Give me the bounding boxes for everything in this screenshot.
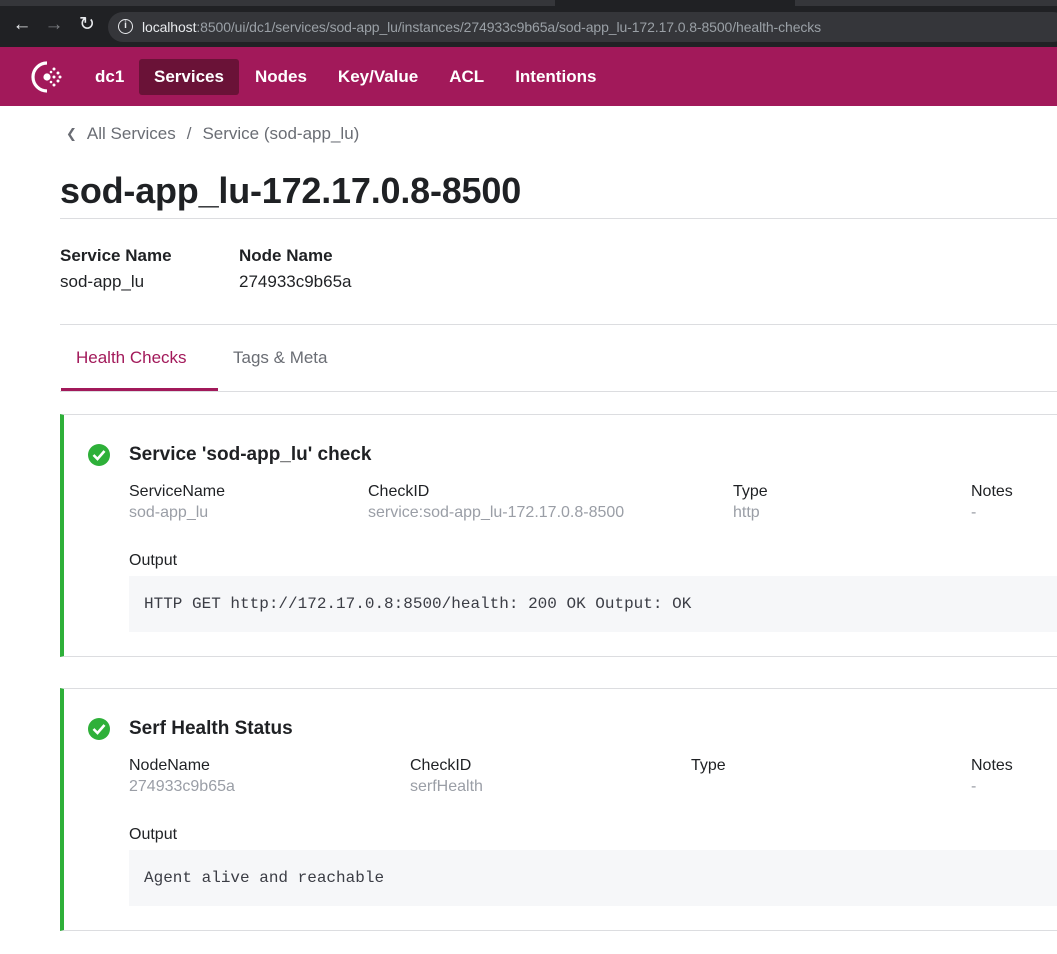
url-text[interactable]: localhost:8500/ui/dc1/services/sod-app_l…: [142, 19, 821, 35]
divider: [60, 218, 1057, 219]
info-icon[interactable]: i: [118, 19, 133, 34]
node-name-label: Node Name: [239, 246, 333, 265]
check-field: Notes -: [971, 757, 1013, 796]
node-name-value: 274933c9b65a: [239, 272, 352, 291]
field-value: sod-app_lu: [129, 504, 209, 521]
page-title: sod-app_lu-172.17.0.8-8500: [60, 170, 522, 211]
consul-logo-icon[interactable]: [30, 60, 66, 94]
health-check-card: Serf Health Status NodeName 274933c9b65a…: [60, 688, 1057, 931]
check-field: NodeName 274933c9b65a: [129, 757, 235, 796]
arrow-left-icon[interactable]: ←: [11, 14, 33, 36]
datacenter-selector[interactable]: dc1: [95, 67, 124, 87]
tab-health-checks[interactable]: Health Checks: [76, 348, 187, 368]
check-circle-icon: [88, 718, 110, 740]
nav-services[interactable]: Services: [139, 59, 239, 95]
nav-key-value[interactable]: Key/Value: [323, 59, 433, 95]
url-host: localhost: [142, 19, 197, 35]
field-label: CheckID: [368, 483, 430, 500]
check-circle-icon: [88, 444, 110, 466]
field-label: NodeName: [129, 757, 210, 774]
node-name-block: Node Name 274933c9b65a: [239, 246, 352, 292]
field-value: http: [733, 504, 760, 521]
tab-tags-meta[interactable]: Tags & Meta: [233, 348, 328, 368]
breadcrumb-service[interactable]: Service (sod-app_lu): [202, 124, 359, 144]
check-field: ServiceName sod-app_lu: [129, 483, 225, 522]
field-value: -: [971, 504, 977, 521]
check-field: Type http: [733, 483, 768, 522]
output-text: HTTP GET http://172.17.0.8:8500/health: …: [144, 595, 692, 613]
check-field: Type: [691, 757, 726, 778]
output-box: HTTP GET http://172.17.0.8:8500/health: …: [129, 576, 1057, 632]
breadcrumb: ❮ All Services / Service (sod-app_lu): [66, 124, 359, 144]
nav-nodes[interactable]: Nodes: [240, 59, 322, 95]
health-check-card: Service 'sod-app_lu' check ServiceName s…: [60, 414, 1057, 657]
check-title: Service 'sod-app_lu' check: [129, 444, 372, 465]
field-value: 274933c9b65a: [129, 778, 235, 795]
field-value: service:sod-app_lu-172.17.0.8-8500: [368, 504, 625, 521]
chevron-left-icon: ❮: [66, 126, 77, 141]
field-label: Type: [691, 757, 726, 774]
output-label: Output: [129, 826, 178, 843]
output-text: Agent alive and reachable: [144, 869, 385, 887]
browser-active-tab[interactable]: [555, 0, 795, 6]
breadcrumb-separator: /: [186, 124, 192, 143]
address-bar[interactable]: i localhost:8500/ui/dc1/services/sod-app…: [108, 12, 1057, 42]
arrow-right-icon[interactable]: →: [43, 14, 65, 36]
service-name-value: sod-app_lu: [60, 272, 145, 291]
nav-acl[interactable]: ACL: [434, 59, 499, 95]
field-label: Notes: [971, 483, 1013, 500]
field-label: ServiceName: [129, 483, 226, 500]
check-field: CheckID serfHealth: [410, 757, 483, 796]
output-label: Output: [129, 552, 178, 569]
field-label: Notes: [971, 757, 1013, 774]
main-nav: Services Nodes Key/Value ACL Intentions: [139, 59, 612, 95]
browser-tabstrip: [0, 0, 1057, 6]
field-label: Type: [733, 483, 768, 500]
field-value: -: [971, 778, 977, 795]
field-label: CheckID: [410, 757, 472, 774]
check-field: Notes -: [971, 483, 1013, 522]
check-field: CheckID service:sod-app_lu-172.17.0.8-85…: [368, 483, 624, 522]
url-path: :8500/ui/dc1/services/sod-app_lu/instanc…: [196, 19, 822, 35]
browser-toolbar: ← → ↻ i localhost:8500/ui/dc1/services/s…: [0, 0, 1057, 47]
tabs-divider: [60, 391, 1057, 392]
service-name-block: Service Name sod-app_lu: [60, 246, 172, 292]
reload-icon[interactable]: ↻: [76, 14, 98, 36]
divider: [60, 324, 1057, 325]
check-title: Serf Health Status: [129, 718, 293, 739]
breadcrumb-all-services[interactable]: All Services: [87, 124, 176, 144]
app-header: dc1 Services Nodes Key/Value ACL Intenti…: [0, 47, 1057, 106]
field-value: serfHealth: [410, 778, 483, 795]
nav-intentions[interactable]: Intentions: [500, 59, 611, 95]
output-box: Agent alive and reachable: [129, 850, 1057, 906]
service-name-label: Service Name: [60, 246, 172, 265]
